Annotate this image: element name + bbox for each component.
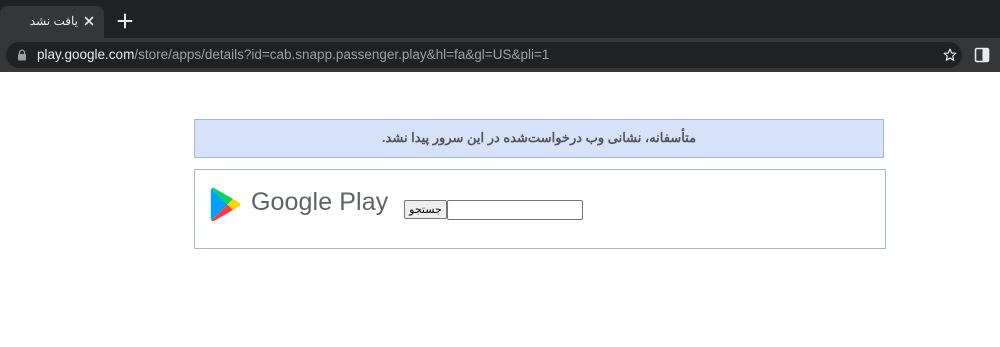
close-icon[interactable] [81, 13, 97, 29]
tab-strip: یافت نشد [0, 0, 1000, 38]
browser-tab[interactable]: یافت نشد [0, 6, 104, 38]
address-bar[interactable]: play.google.com/store/apps/details?id=ca… [6, 42, 962, 68]
search-input[interactable] [447, 200, 583, 220]
google-play-wordmark: Google Play [251, 188, 389, 216]
google-play-logo-icon [210, 187, 241, 222]
browser-toolbar: play.google.com/store/apps/details?id=ca… [0, 38, 1000, 72]
tab-title: یافت نشد [29, 14, 78, 28]
side-panel-icon[interactable] [974, 47, 990, 63]
lock-icon[interactable] [16, 49, 28, 61]
search-button[interactable]: جستجو [404, 200, 447, 219]
star-icon[interactable] [942, 47, 958, 63]
error-message: متأسفانه، نشانی وب درخواست‌شده در این سر… [381, 130, 697, 145]
error-banner: متأسفانه، نشانی وب درخواست‌شده در این سر… [194, 119, 884, 158]
url-text[interactable]: play.google.com/store/apps/details?id=ca… [37, 47, 549, 62]
url-host: play.google.com [37, 47, 135, 62]
search-panel: Google Play جستجو [194, 169, 886, 249]
url-path: /store/apps/details?id=cab.snapp.passeng… [134, 47, 550, 62]
plus-icon[interactable] [116, 12, 134, 30]
